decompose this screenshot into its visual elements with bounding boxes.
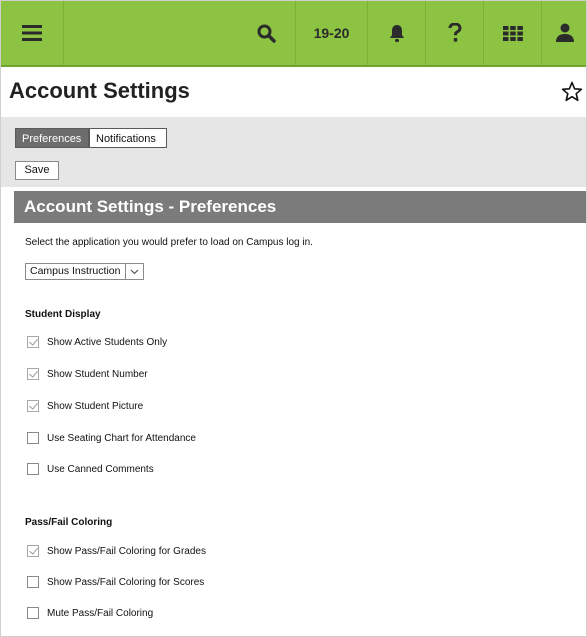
user-account-button[interactable] xyxy=(541,1,586,65)
option-show-active-students: Show Active Students Only xyxy=(27,335,167,349)
pass-fail-scores-checkbox[interactable] xyxy=(27,576,39,588)
show-student-number-checkbox[interactable] xyxy=(27,368,39,380)
student-display-heading: Student Display xyxy=(25,309,101,320)
app-preference-description: Select the application you would prefer … xyxy=(25,237,313,248)
help-button[interactable] xyxy=(425,1,483,65)
option-mute-pass-fail: Mute Pass/Fail Coloring xyxy=(27,606,153,620)
option-label: Show Student Number xyxy=(47,368,148,380)
option-canned-comments: Use Canned Comments xyxy=(27,462,154,476)
show-student-picture-checkbox[interactable] xyxy=(27,400,39,412)
app-grid-icon xyxy=(502,25,523,41)
top-navigation-bar: 19-20 xyxy=(1,1,586,67)
page-header: Account Settings xyxy=(1,67,586,117)
option-label: Show Pass/Fail Coloring for Grades xyxy=(47,545,206,557)
section-title: Account Settings - Preferences xyxy=(24,197,277,216)
option-label: Use Seating Chart for Attendance xyxy=(47,432,196,444)
option-pass-fail-grades: Show Pass/Fail Coloring for Grades xyxy=(27,544,206,558)
chevron-down-icon xyxy=(125,264,143,279)
option-label: Use Canned Comments xyxy=(47,463,154,475)
app-window: 19-20 Account Settings Preferences Notif… xyxy=(0,0,587,637)
bell-icon xyxy=(389,24,404,42)
question-mark-icon xyxy=(448,23,462,42)
pass-fail-heading: Pass/Fail Coloring xyxy=(25,517,113,528)
section-header: Account Settings - Preferences xyxy=(14,191,586,223)
search-button[interactable] xyxy=(237,1,295,65)
user-icon xyxy=(555,23,574,42)
pass-fail-grades-checkbox[interactable] xyxy=(27,545,39,557)
menu-button[interactable] xyxy=(1,1,64,65)
tab-toolbar: Preferences Notifications Save xyxy=(1,117,586,187)
option-label: Mute Pass/Fail Coloring xyxy=(47,607,154,619)
seating-chart-checkbox[interactable] xyxy=(27,432,39,444)
school-year-selector[interactable]: 19-20 xyxy=(295,1,367,65)
notifications-button[interactable] xyxy=(367,1,425,65)
option-label: Show Student Picture xyxy=(47,400,144,412)
option-seating-chart: Use Seating Chart for Attendance xyxy=(27,431,196,445)
option-show-student-number: Show Student Number xyxy=(27,367,148,381)
option-show-student-picture: Show Student Picture xyxy=(27,399,143,413)
tab-notifications[interactable]: Notifications xyxy=(89,128,167,148)
apps-button[interactable] xyxy=(483,1,541,65)
hamburger-menu-icon xyxy=(22,25,42,41)
application-select[interactable]: Campus Instruction xyxy=(25,263,144,280)
star-outline-icon[interactable] xyxy=(561,81,583,102)
mute-pass-fail-checkbox[interactable] xyxy=(27,607,39,619)
school-year-label: 19-20 xyxy=(313,25,350,41)
save-button[interactable]: Save xyxy=(15,161,59,180)
show-active-students-checkbox[interactable] xyxy=(27,336,39,348)
option-label: Show Active Students Only xyxy=(47,336,168,348)
page-title: Account Settings xyxy=(9,78,190,103)
application-select-value: Campus Instruction xyxy=(30,265,121,277)
canned-comments-checkbox[interactable] xyxy=(27,463,39,475)
search-icon xyxy=(257,24,276,43)
option-pass-fail-scores: Show Pass/Fail Coloring for Scores xyxy=(27,575,204,589)
tab-preferences[interactable]: Preferences xyxy=(15,128,89,148)
option-label: Show Pass/Fail Coloring for Scores xyxy=(47,576,205,588)
